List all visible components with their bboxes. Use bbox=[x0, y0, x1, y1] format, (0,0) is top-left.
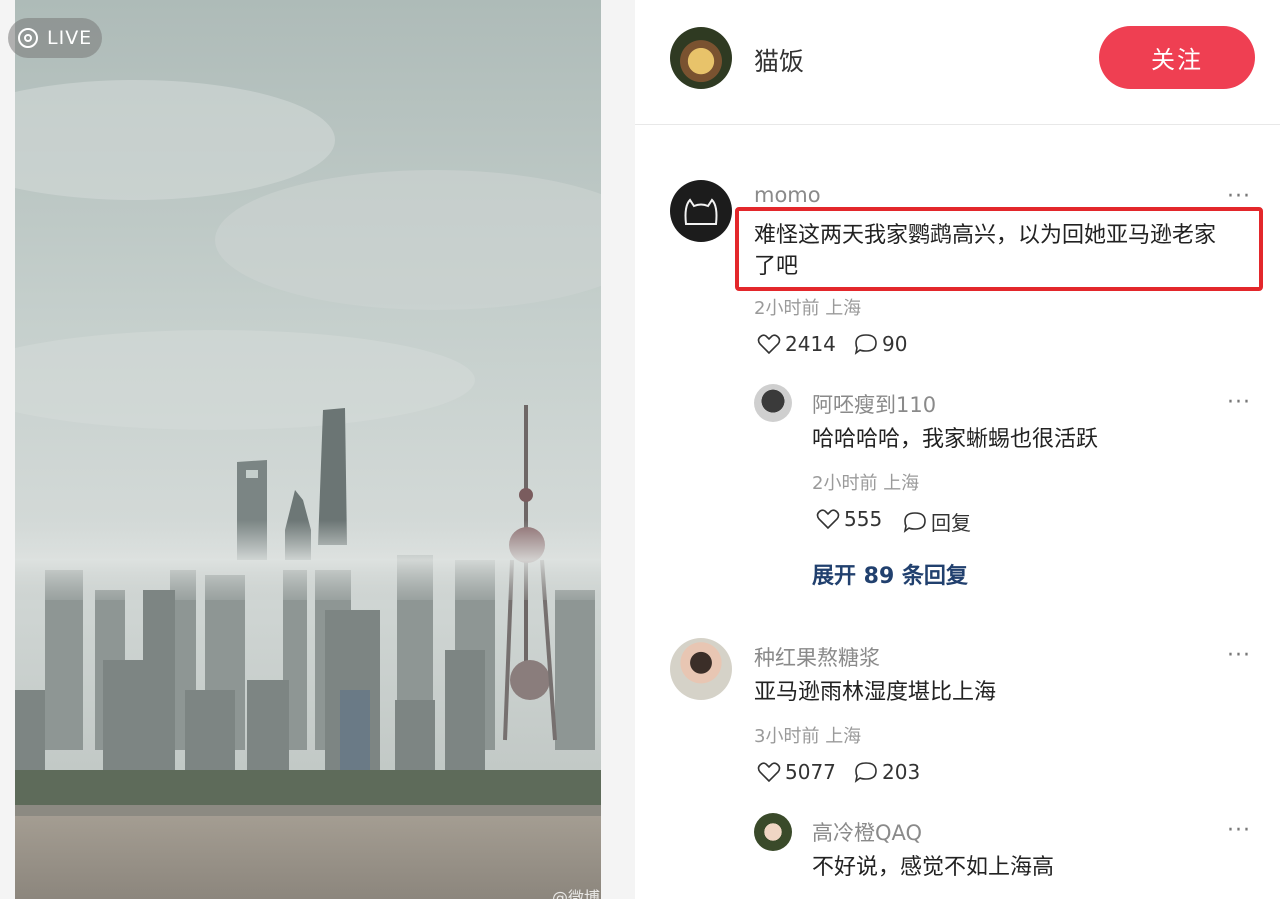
reply-meta: 2小时前 上海 bbox=[812, 469, 919, 495]
like-button[interactable]: 2414 bbox=[757, 332, 836, 356]
reply-location: 上海 bbox=[883, 473, 920, 494]
comment-time: 3小时前 bbox=[754, 726, 820, 747]
commenter-avatar[interactable] bbox=[670, 638, 732, 700]
reply-avatar[interactable] bbox=[754, 813, 792, 851]
comment-time: 2小时前 bbox=[754, 298, 820, 319]
reply-avatar[interactable] bbox=[754, 384, 792, 422]
photo-panel: LIVE @微博 bbox=[0, 0, 635, 899]
heart-icon bbox=[816, 509, 840, 530]
reply-count: 203 bbox=[882, 760, 921, 784]
author-name[interactable]: 猫饭 bbox=[754, 42, 804, 78]
comment-text: 亚马逊雨林湿度堪比上海 bbox=[754, 680, 997, 705]
heart-icon bbox=[757, 762, 781, 783]
reply-like-button[interactable]: 555 bbox=[816, 507, 882, 531]
comments-panel: 猫饭 关注 momo ··· 难怪这两天我家鹦鹉高兴，以为回她亚马逊老家 了吧 … bbox=[635, 0, 1280, 899]
reply-button[interactable]: 回复 bbox=[903, 507, 971, 536]
cat-silhouette-icon bbox=[684, 198, 718, 225]
live-label: LIVE bbox=[47, 27, 93, 49]
post-header: 猫饭 关注 bbox=[635, 0, 1280, 125]
watermark: @微博 bbox=[552, 888, 601, 899]
comment-bubble-icon bbox=[854, 334, 877, 355]
comment-location: 上海 bbox=[825, 726, 862, 747]
commenter-name[interactable]: 种红果熬糖浆 bbox=[754, 642, 880, 672]
like-count: 5077 bbox=[785, 760, 836, 784]
expand-replies-link[interactable]: 展开 89 条回复 bbox=[812, 558, 968, 590]
follow-button[interactable]: 关注 bbox=[1099, 26, 1255, 89]
reply-text: 不好说，感觉不如上海高 bbox=[812, 855, 1055, 880]
like-button[interactable]: 5077 bbox=[757, 760, 836, 784]
more-options-icon[interactable]: ··· bbox=[1227, 820, 1251, 842]
like-count: 2414 bbox=[785, 332, 836, 356]
reply-count-button[interactable]: 203 bbox=[854, 760, 920, 784]
author-avatar[interactable] bbox=[670, 27, 732, 89]
live-photo-icon bbox=[18, 28, 38, 48]
reply-like-count: 555 bbox=[844, 507, 883, 531]
reply-text: 哈哈哈哈，我家蜥蜴也很活跃 bbox=[812, 427, 1099, 452]
comment-bubble-icon bbox=[854, 762, 877, 783]
commenter-name[interactable]: momo bbox=[754, 183, 821, 207]
skyline-photo[interactable] bbox=[15, 0, 601, 899]
highlight-box bbox=[735, 207, 1263, 291]
reply-count-button[interactable]: 90 bbox=[854, 332, 907, 356]
commenter-avatar[interactable] bbox=[670, 180, 732, 242]
more-options-icon[interactable]: ··· bbox=[1227, 645, 1251, 667]
comment-bubble-icon bbox=[903, 511, 926, 533]
reply-user-name[interactable]: 阿呸瘦到110 bbox=[812, 389, 936, 419]
comment-meta: 3小时前 上海 bbox=[754, 722, 861, 748]
shanghai-skyline-image bbox=[15, 0, 601, 899]
reply-time: 2小时前 bbox=[812, 473, 878, 494]
more-options-icon[interactable]: ··· bbox=[1227, 186, 1251, 208]
heart-icon bbox=[757, 334, 781, 355]
comment-meta: 2小时前 上海 bbox=[754, 294, 861, 320]
reply-user-name[interactable]: 高冷橙QAQ bbox=[812, 817, 922, 847]
reply-label: 回复 bbox=[931, 511, 971, 535]
comment-location: 上海 bbox=[825, 298, 862, 319]
live-badge[interactable]: LIVE bbox=[8, 18, 102, 58]
more-options-icon[interactable]: ··· bbox=[1227, 392, 1251, 414]
reply-count: 90 bbox=[882, 332, 908, 356]
